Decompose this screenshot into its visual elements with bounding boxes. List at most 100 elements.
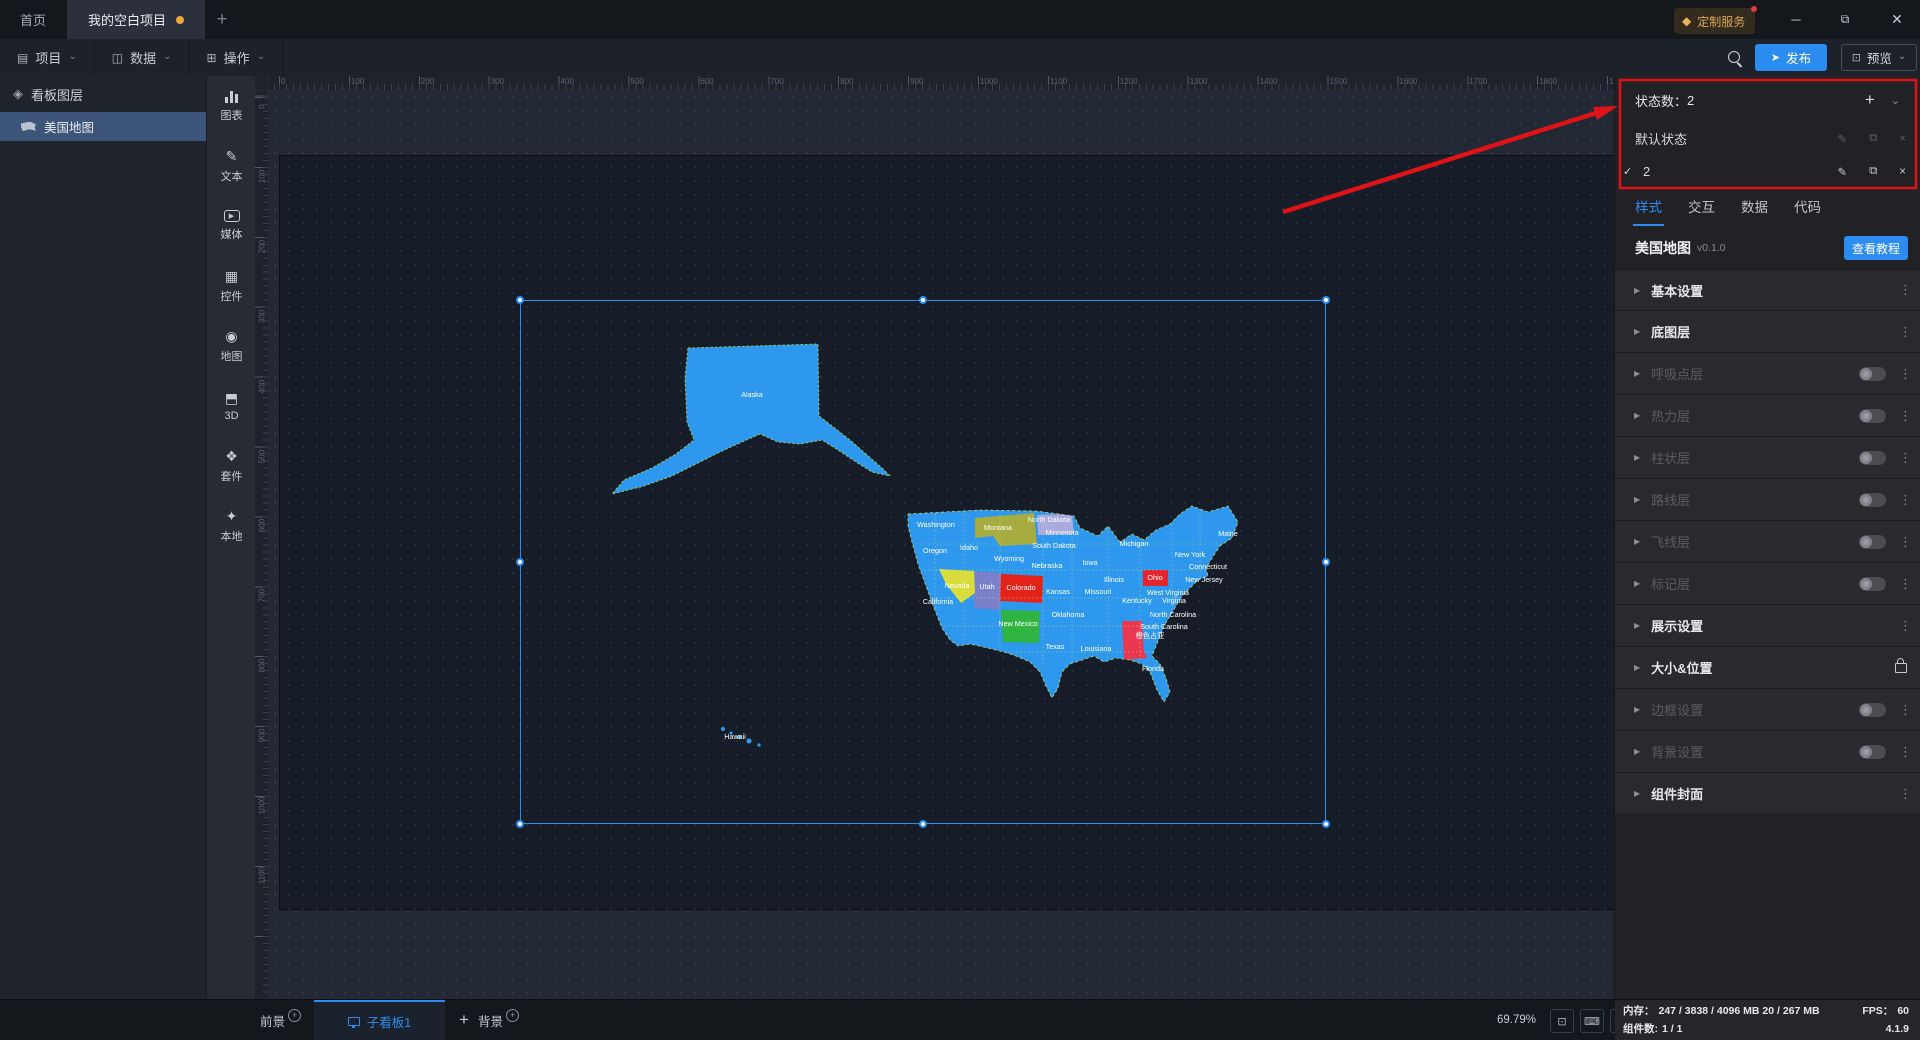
inspector-tab-4[interactable]: 代码: [1794, 196, 1821, 220]
resize-handle-w[interactable]: [516, 558, 524, 566]
section-row-1[interactable]: ▶ 基本设置 ⋮: [1615, 269, 1920, 311]
more-menu-icon[interactable]: ⋮: [1899, 534, 1912, 550]
lock-icon[interactable]: [1895, 657, 1907, 673]
section-row-11[interactable]: ▶ 边框设置 ⋮: [1615, 689, 1920, 731]
section-row-13[interactable]: ▶ 组件封面 ⋮: [1615, 773, 1920, 815]
copy-icon[interactable]: ⧉: [1869, 165, 1877, 178]
toolbox-item-8[interactable]: ✦ 本地: [207, 496, 256, 556]
more-menu-icon[interactable]: ⋮: [1899, 702, 1912, 718]
toggle-off[interactable]: [1859, 492, 1886, 507]
toolbox-item-2[interactable]: ✎ 文本: [207, 136, 256, 196]
keyboard-shortcuts-icon[interactable]: ⌨: [1580, 1009, 1604, 1033]
expand-caret-icon[interactable]: ▶: [1634, 705, 1640, 714]
more-menu-icon[interactable]: ⋮: [1899, 324, 1912, 340]
expand-caret-icon[interactable]: ▶: [1634, 621, 1640, 630]
toggle-off[interactable]: [1859, 450, 1886, 465]
state-count-row[interactable]: 状态数： 2 + ⌄: [1615, 78, 1920, 122]
fit-screen-icon[interactable]: ⊡: [1550, 1009, 1574, 1033]
more-menu-icon[interactable]: ⋮: [1899, 282, 1912, 298]
expand-caret-icon[interactable]: ▶: [1634, 747, 1640, 756]
expand-caret-icon[interactable]: ▶: [1634, 537, 1640, 546]
section-row-2[interactable]: ▶ 底图层 ⋮: [1615, 311, 1920, 353]
expand-caret-icon[interactable]: ▶: [1634, 453, 1640, 462]
expand-caret-icon[interactable]: ▶: [1634, 286, 1640, 295]
edit-icon[interactable]: ✎: [1837, 132, 1847, 146]
tab-home[interactable]: 首页: [0, 0, 66, 39]
close-button[interactable]: ✕: [1880, 0, 1914, 39]
new-tab-button[interactable]: +: [205, 0, 239, 39]
menu-data[interactable]: ◫ 数据 ⌄: [95, 39, 190, 76]
toolbox-item-7[interactable]: ❖ 套件: [207, 436, 256, 496]
resize-handle-sw[interactable]: [516, 820, 524, 828]
layer-item-us-map[interactable]: 美国地图: [0, 112, 206, 141]
more-menu-icon[interactable]: ⋮: [1899, 408, 1912, 424]
close-icon[interactable]: ×: [1899, 166, 1906, 178]
add-board-button[interactable]: +: [452, 1000, 476, 1040]
add-state-icon[interactable]: +: [1865, 90, 1875, 110]
toggle-off[interactable]: [1859, 408, 1886, 423]
selection-box[interactable]: [516, 296, 1330, 828]
section-row-9[interactable]: ▶ 展示设置 ⋮: [1615, 605, 1920, 647]
expand-caret-icon[interactable]: ▶: [1634, 789, 1640, 798]
resize-handle-s[interactable]: [919, 820, 927, 828]
section-row-3[interactable]: ▶ 呼吸点层 ⋮: [1615, 353, 1920, 395]
expand-caret-icon[interactable]: ▶: [1634, 369, 1640, 378]
zoom-level[interactable]: 69.79%: [1497, 1000, 1536, 1040]
minimize-button[interactable]: ─: [1779, 0, 1813, 39]
state-row-2[interactable]: ✓ 2 ✎ ⧉ ×: [1615, 155, 1920, 188]
tab-project[interactable]: 我的空白项目: [67, 0, 205, 39]
resize-handle-se[interactable]: [1322, 820, 1330, 828]
more-menu-icon[interactable]: ⋮: [1899, 366, 1912, 382]
more-menu-icon[interactable]: ⋮: [1899, 744, 1912, 760]
toolbox-item-6[interactable]: ⬒ 3D: [207, 376, 256, 436]
inspector-tab-3[interactable]: 数据: [1741, 196, 1768, 220]
add-circle-icon[interactable]: +: [506, 1008, 520, 1022]
more-menu-icon[interactable]: ⋮: [1899, 576, 1912, 592]
section-row-6[interactable]: ▶ 路线层 ⋮: [1615, 479, 1920, 521]
sub-board-tab[interactable]: 子看板1: [314, 1000, 445, 1040]
resize-handle-n[interactable]: [919, 296, 927, 304]
tutorial-button[interactable]: 查看教程: [1843, 236, 1908, 260]
more-menu-icon[interactable]: ⋮: [1899, 450, 1912, 466]
expand-caret-icon[interactable]: ▶: [1634, 495, 1640, 504]
expand-caret-icon[interactable]: ▶: [1634, 411, 1640, 420]
foreground-tab[interactable]: 前景 +: [260, 1000, 302, 1040]
toolbox-item-4[interactable]: ▦ 控件: [207, 256, 256, 316]
section-row-5[interactable]: ▶ 柱状层 ⋮: [1615, 437, 1920, 479]
more-menu-icon[interactable]: ⋮: [1899, 492, 1912, 508]
toggle-off[interactable]: [1859, 576, 1886, 591]
menu-project[interactable]: ▤ 项目 ⌄: [0, 39, 95, 76]
toggle-off[interactable]: [1859, 534, 1886, 549]
toggle-off[interactable]: [1859, 366, 1886, 381]
add-circle-icon[interactable]: +: [288, 1008, 302, 1022]
expand-caret-icon[interactable]: ▶: [1634, 579, 1640, 588]
expand-caret-icon[interactable]: ▶: [1634, 663, 1640, 672]
toolbox-item-5[interactable]: ◉ 地图: [207, 316, 256, 376]
resize-handle-nw[interactable]: [516, 296, 524, 304]
copy-icon[interactable]: ⧉: [1869, 132, 1877, 145]
toolbox-item-3[interactable]: ▶ 媒体: [207, 196, 256, 256]
search-icon[interactable]: [1728, 51, 1740, 63]
menu-operations[interactable]: ⊞ 操作 ⌄: [190, 39, 283, 76]
section-row-7[interactable]: ▶ 飞线层 ⋮: [1615, 521, 1920, 563]
background-tab[interactable]: 背景 +: [478, 1000, 520, 1040]
expand-caret-icon[interactable]: ▶: [1634, 327, 1640, 336]
resize-handle-ne[interactable]: [1322, 296, 1330, 304]
section-row-4[interactable]: ▶ 热力层 ⋮: [1615, 395, 1920, 437]
section-row-10[interactable]: ▶ 大小&位置: [1615, 647, 1920, 689]
toolbox-item-1[interactable]: 图表: [207, 76, 256, 136]
resize-handle-e[interactable]: [1322, 558, 1330, 566]
inspector-tab-2[interactable]: 交互: [1688, 196, 1715, 220]
close-icon[interactable]: ×: [1899, 133, 1906, 145]
state-row-1[interactable]: 默认状态 ✎ ⧉ ×: [1615, 122, 1920, 155]
section-row-8[interactable]: ▶ 标记层 ⋮: [1615, 563, 1920, 605]
section-row-12[interactable]: ▶ 背景设置 ⋮: [1615, 731, 1920, 773]
preview-button[interactable]: ⊡ 预览 ⌄: [1841, 44, 1917, 71]
restore-button[interactable]: ⧉: [1828, 0, 1862, 39]
toggle-off[interactable]: [1859, 702, 1886, 717]
custom-service-button[interactable]: ◆ 定制服务: [1674, 6, 1758, 34]
publish-button[interactable]: ➤ 发布: [1755, 44, 1827, 71]
more-menu-icon[interactable]: ⋮: [1899, 786, 1912, 802]
canvas[interactable]: 0 100 200 300 400 500 600 700 800 900 1000 1100 1200…: [255, 76, 1615, 1000]
more-menu-icon[interactable]: ⋮: [1899, 618, 1912, 634]
